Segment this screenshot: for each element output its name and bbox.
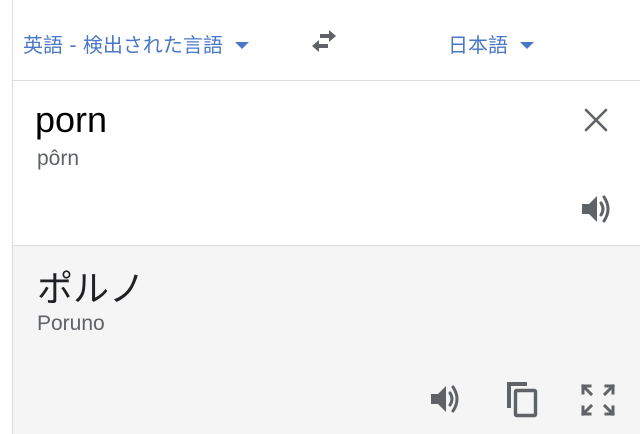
- source-panel: porn pôrn: [13, 81, 640, 246]
- translation-text: ポルノ: [37, 269, 146, 310]
- speaker-icon: [431, 385, 459, 413]
- close-icon: [584, 108, 608, 132]
- source-language-selector[interactable]: 英語 - 検出された言語: [23, 28, 249, 58]
- translate-card: 英語 - 検出された言語 日本語 porn pôrn ポルノ Poruno: [12, 0, 640, 434]
- copy-translation-button[interactable]: [503, 380, 539, 418]
- swap-arrows-icon: [312, 30, 336, 52]
- target-language-label: 日本語: [448, 32, 508, 57]
- fullscreen-button[interactable]: [580, 383, 616, 417]
- result-panel: ポルノ Poruno: [13, 246, 640, 434]
- fullscreen-icon: [580, 383, 616, 417]
- caret-down-icon: [520, 41, 534, 49]
- source-text[interactable]: porn: [35, 99, 107, 141]
- swap-languages-button[interactable]: [309, 28, 339, 54]
- copy-icon: [507, 382, 538, 418]
- caret-down-icon: [234, 41, 249, 49]
- source-transliteration: pôrn: [37, 147, 80, 170]
- target-language-selector[interactable]: 日本語: [448, 28, 534, 58]
- listen-source-button[interactable]: [579, 192, 613, 226]
- listen-translation-button[interactable]: [428, 382, 462, 416]
- source-language-label: 英語 - 検出された言語: [23, 32, 223, 57]
- speaker-icon: [582, 195, 610, 223]
- language-bar: 英語 - 検出された言語 日本語: [13, 0, 640, 81]
- clear-source-button[interactable]: [583, 107, 609, 133]
- translation-transliteration: Poruno: [37, 312, 105, 335]
